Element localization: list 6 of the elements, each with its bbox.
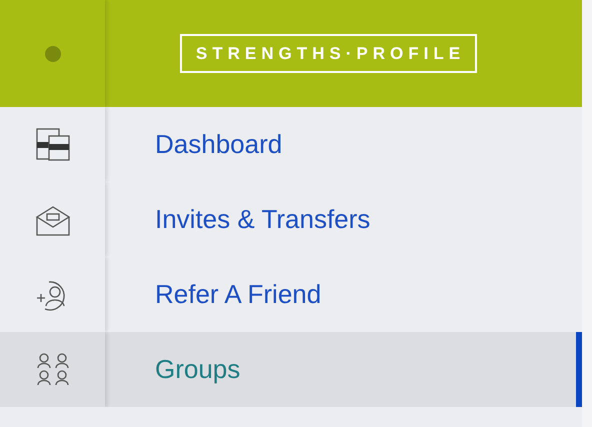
scrollbar-track[interactable] (582, 0, 592, 427)
nav-link[interactable]: Invites & Transfers (105, 200, 576, 239)
nav-link[interactable]: Refer A Friend (105, 275, 576, 314)
logo: STRENGTHS·PROFILE (180, 34, 478, 73)
dot-icon (44, 46, 60, 62)
nav-link[interactable]: Dashboard (105, 125, 576, 164)
